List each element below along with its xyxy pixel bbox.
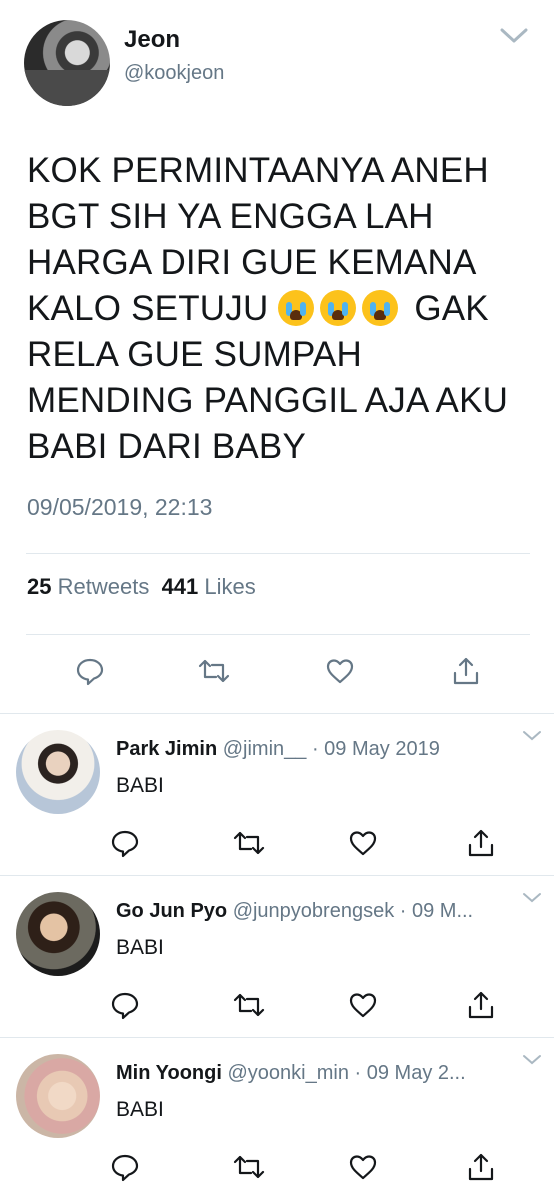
crying-face-emoji-icon (320, 290, 357, 326)
chevron-down-icon[interactable] (522, 1054, 542, 1066)
reply-date[interactable]: · 09 May 2019 (312, 738, 440, 760)
retweets-label[interactable]: Retweets (58, 574, 150, 599)
reply-date[interactable]: · 09 M... (400, 900, 473, 922)
likes-count[interactable]: 441 (162, 574, 199, 599)
like-icon[interactable] (348, 1152, 378, 1182)
like-icon[interactable] (348, 828, 378, 858)
share-icon[interactable] (451, 656, 481, 686)
share-icon[interactable] (466, 990, 496, 1020)
tweet-text: KOK PERMINTAANYA ANEH BGT SIH YA ENGGA L… (27, 148, 537, 470)
tweet-text-line-with-emoji: KALO SETUJU GAK (27, 286, 537, 332)
chevron-down-icon[interactable] (522, 892, 542, 904)
crying-face-emoji-icon (278, 290, 315, 326)
reply-icon[interactable] (110, 1152, 140, 1182)
reply-header: Min Yoongi @yoonki_min · 09 May 2... (116, 1062, 516, 1085)
tweet-text-line: BGT SIH YA ENGGA LAH (27, 197, 434, 236)
reply-tweet[interactable]: Min Yoongi @yoonki_min · 09 May 2... BAB… (0, 1037, 554, 1199)
reply-tweet[interactable]: Park Jimin @jimin__ · 09 May 2019 BABI (0, 713, 554, 875)
tweet-actions (0, 656, 554, 690)
reply-header: Park Jimin @jimin__ · 09 May 2019 (116, 738, 516, 761)
reply-text: BABI (116, 1098, 164, 1121)
retweet-icon[interactable] (232, 828, 266, 858)
share-icon[interactable] (466, 1152, 496, 1182)
reply-actions (0, 1152, 554, 1184)
author-name[interactable]: Min Yoongi (116, 1062, 222, 1084)
reply-icon[interactable] (110, 990, 140, 1020)
reply-header: Go Jun Pyo @junpyobrengsek · 09 M... (116, 900, 516, 923)
tweet-text-line: HARGA DIRI GUE KEMANA (27, 243, 477, 282)
reply-actions (0, 990, 554, 1022)
author-handle[interactable]: @yoonki_min (227, 1062, 348, 1084)
like-icon[interactable] (348, 990, 378, 1020)
tweet-stats: 25 Retweets 441 Likes (27, 574, 256, 600)
divider (26, 553, 530, 554)
main-tweet: Jeon @kookjeon KOK PERMINTAANYA ANEH BGT… (0, 0, 554, 712)
avatar[interactable] (16, 892, 100, 976)
chevron-down-icon[interactable] (522, 730, 542, 742)
share-icon[interactable] (466, 828, 496, 858)
retweet-icon[interactable] (197, 656, 231, 686)
author-handle[interactable]: @kookjeon (124, 62, 224, 85)
reply-actions (0, 828, 554, 860)
tweet-text-line: RELA GUE SUMPAH (27, 335, 362, 374)
author-name[interactable]: Go Jun Pyo (116, 900, 227, 922)
reply-text: BABI (116, 774, 164, 797)
divider (26, 634, 530, 635)
reply-date[interactable]: · 09 May 2... (355, 1062, 466, 1084)
tweet-text-line: BABI DARI BABY (27, 427, 307, 466)
author-handle[interactable]: @jimin__ (223, 738, 307, 760)
reply-tweet[interactable]: Go Jun Pyo @junpyobrengsek · 09 M... BAB… (0, 875, 554, 1037)
reply-icon[interactable] (110, 828, 140, 858)
crying-face-emoji-icon (362, 290, 399, 326)
author-name[interactable]: Park Jimin (116, 738, 217, 760)
tweet-text-line: KOK PERMINTAANYA ANEH (27, 151, 489, 190)
tweet-text-segment: GAK (414, 289, 489, 328)
reply-icon[interactable] (75, 656, 105, 686)
avatar[interactable] (16, 730, 100, 814)
retweets-count[interactable]: 25 (27, 574, 51, 599)
avatar[interactable] (16, 1054, 100, 1138)
retweet-icon[interactable] (232, 990, 266, 1020)
author-handle[interactable]: @junpyobrengsek (233, 900, 395, 922)
chevron-down-icon[interactable] (498, 26, 530, 46)
retweet-icon[interactable] (232, 1152, 266, 1182)
author-name[interactable]: Jeon (124, 26, 180, 54)
likes-label[interactable]: Likes (204, 574, 255, 599)
tweet-timestamp[interactable]: 09/05/2019, 22:13 (27, 494, 212, 521)
avatar[interactable] (24, 20, 110, 106)
reply-text: BABI (116, 936, 164, 959)
like-icon[interactable] (325, 656, 355, 686)
tweet-text-segment: KALO SETUJU (27, 289, 269, 328)
tweet-text-line: MENDING PANGGIL AJA AKU (27, 381, 509, 420)
